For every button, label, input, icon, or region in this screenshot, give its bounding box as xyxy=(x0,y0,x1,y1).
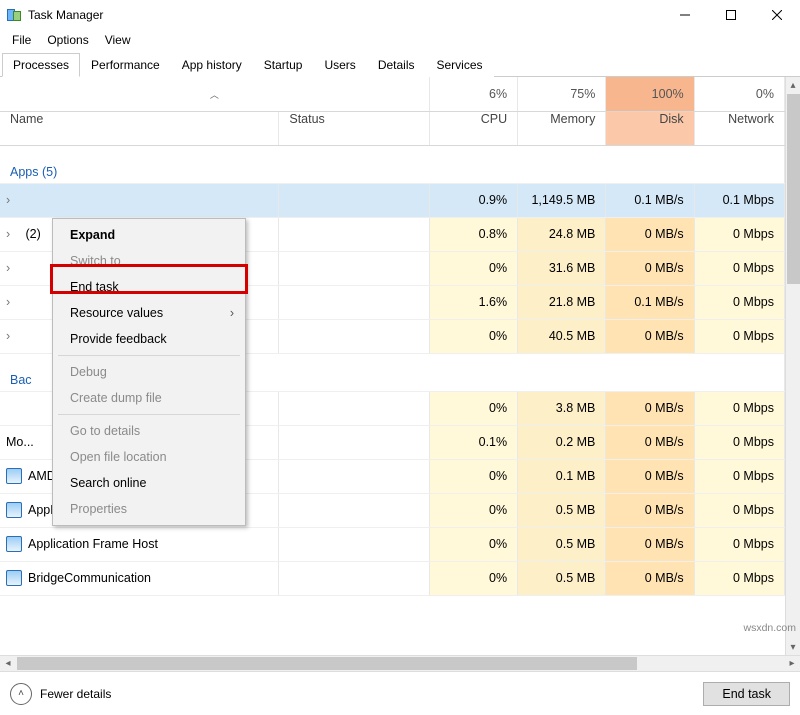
chevron-right-icon: › xyxy=(6,329,18,343)
title-bar: Task Manager xyxy=(0,0,800,30)
ctx-switch-to: Switch to xyxy=(56,248,242,274)
ctx-properties: Properties xyxy=(56,496,242,522)
ctx-debug: Debug xyxy=(56,359,242,385)
menu-separator xyxy=(58,355,240,356)
end-task-button[interactable]: End task xyxy=(703,682,790,706)
column-mem[interactable]: Memory xyxy=(518,111,606,145)
column-cpu[interactable]: CPU xyxy=(429,111,517,145)
column-net-pct[interactable]: 0% xyxy=(694,77,784,111)
fewer-details-link[interactable]: Fewer details xyxy=(40,687,111,701)
ctx-go-details: Go to details xyxy=(56,418,242,444)
column-net[interactable]: Network xyxy=(694,111,784,145)
ctx-resource-values[interactable]: Resource values xyxy=(56,300,242,326)
process-name: Mo... xyxy=(6,435,34,449)
tab-details[interactable]: Details xyxy=(367,53,426,77)
table-row[interactable]: BridgeCommunication 0% 0.5 MB 0 MB/s 0 M… xyxy=(0,561,785,595)
process-name: (2) xyxy=(22,227,41,241)
footer-bar: ˄ Fewer details End task xyxy=(0,671,800,715)
ctx-expand[interactable]: Expand xyxy=(56,222,242,248)
scroll-right-icon[interactable]: ▸ xyxy=(784,658,800,669)
minimize-button[interactable] xyxy=(662,0,708,30)
context-menu: Expand Switch to End task Resource value… xyxy=(52,218,246,526)
close-button[interactable] xyxy=(754,0,800,30)
column-disk-pct[interactable]: 100% xyxy=(606,77,694,111)
tab-services[interactable]: Services xyxy=(426,53,494,77)
column-sort-indicator[interactable]: ︿ xyxy=(0,77,429,111)
app-icon xyxy=(6,536,22,552)
table-row[interactable]: Application Frame Host 0% 0.5 MB 0 MB/s … xyxy=(0,527,785,561)
cell-net: 0.1 Mbps xyxy=(694,183,784,217)
menu-bar: File Options View xyxy=(0,30,800,50)
cell-mem: 1,149.5 MB xyxy=(518,183,606,217)
tab-app-history[interactable]: App history xyxy=(171,53,253,77)
app-icon xyxy=(6,468,22,484)
menu-file[interactable]: File xyxy=(4,31,39,49)
menu-options[interactable]: Options xyxy=(39,31,96,49)
menu-view[interactable]: View xyxy=(97,31,139,49)
tab-startup[interactable]: Startup xyxy=(253,53,314,77)
tab-users[interactable]: Users xyxy=(313,53,366,77)
ctx-search-online[interactable]: Search online xyxy=(56,470,242,496)
watermark-text: wsxdn.com xyxy=(743,622,796,634)
tab-processes[interactable]: Processes xyxy=(2,53,80,77)
scroll-down-icon[interactable]: ▾ xyxy=(786,639,800,655)
scroll-up-icon[interactable]: ▴ xyxy=(786,77,800,93)
menu-separator xyxy=(58,414,240,415)
maximize-button[interactable] xyxy=(708,0,754,30)
scroll-thumb[interactable] xyxy=(787,94,800,284)
column-status[interactable]: Status xyxy=(279,111,429,145)
ctx-open-location: Open file location xyxy=(56,444,242,470)
ctx-end-task[interactable]: End task xyxy=(56,274,242,300)
chevron-right-icon: › xyxy=(6,193,18,207)
cell-disk: 0.1 MB/s xyxy=(606,183,694,217)
scroll-thumb[interactable] xyxy=(17,657,637,670)
chevron-up-icon[interactable]: ˄ xyxy=(10,683,32,705)
app-icon xyxy=(6,502,22,518)
column-disk[interactable]: Disk xyxy=(606,111,694,145)
column-mem-pct[interactable]: 75% xyxy=(518,77,606,111)
process-name: BridgeCommunication xyxy=(28,571,151,585)
cell-cpu: 0.9% xyxy=(429,183,517,217)
tab-strip: Processes Performance App history Startu… xyxy=(0,52,800,77)
ctx-create-dump: Create dump file xyxy=(56,385,242,411)
task-manager-icon xyxy=(6,7,22,23)
column-name[interactable]: Name xyxy=(0,111,279,145)
window-title: Task Manager xyxy=(28,8,103,22)
window-controls xyxy=(662,0,800,30)
chevron-right-icon: › xyxy=(6,261,18,275)
process-name: Application Frame Host xyxy=(28,537,158,551)
ctx-provide-feedback[interactable]: Provide feedback xyxy=(56,326,242,352)
horizontal-scrollbar[interactable]: ◂ ▸ xyxy=(0,655,800,671)
scroll-left-icon[interactable]: ◂ xyxy=(0,658,16,669)
group-apps[interactable]: Apps (5) xyxy=(0,145,785,183)
vertical-scrollbar[interactable]: ▴ ▾ xyxy=(785,77,800,655)
app-icon xyxy=(6,570,22,586)
chevron-right-icon: › xyxy=(6,227,18,241)
table-row[interactable]: › 0.9% 1,149.5 MB 0.1 MB/s 0.1 Mbps xyxy=(0,183,785,217)
tab-performance[interactable]: Performance xyxy=(80,53,171,77)
column-cpu-pct[interactable]: 6% xyxy=(429,77,517,111)
chevron-right-icon: › xyxy=(6,295,18,309)
